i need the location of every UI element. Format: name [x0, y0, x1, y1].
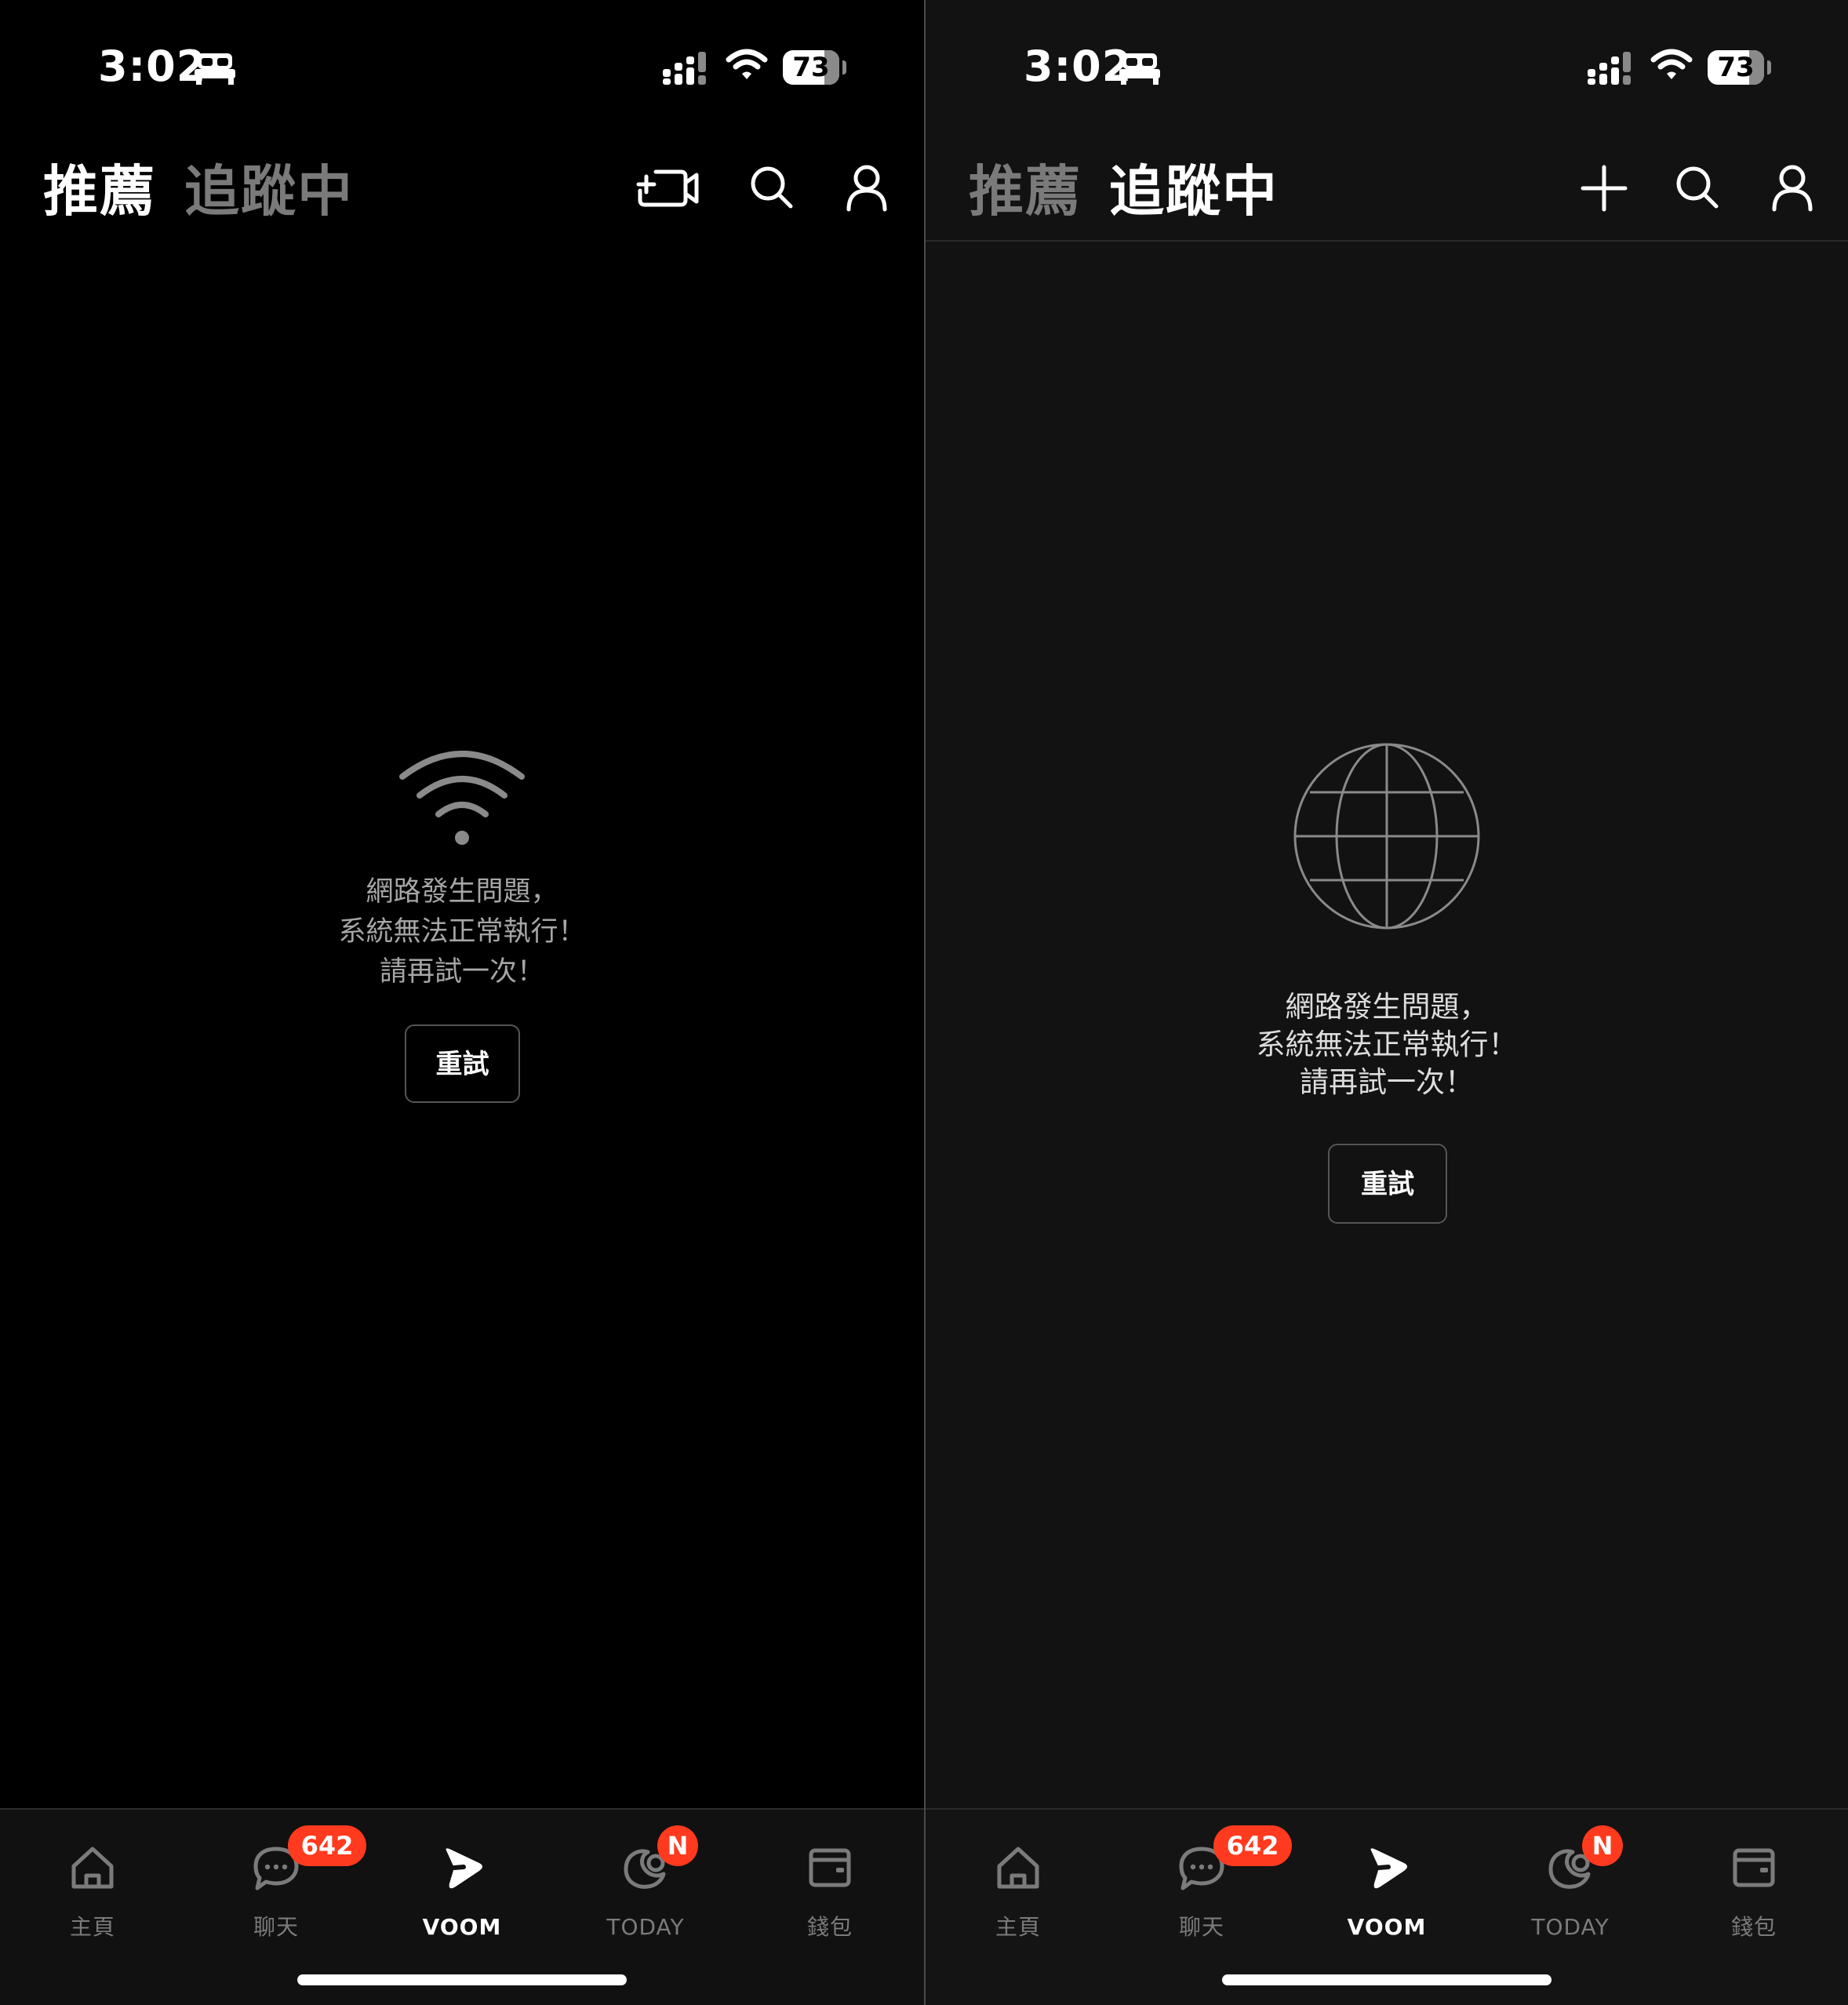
tab-wallet-label: 錢包 — [1730, 1914, 1777, 1940]
tab-chat[interactable]: 642 聊天 — [206, 1825, 366, 1943]
profile-icon[interactable] — [839, 161, 894, 216]
tab-following[interactable]: 追蹤中 — [184, 154, 354, 229]
wallet-icon — [809, 1848, 851, 1887]
error-message-line3: 請再試一次！ — [379, 956, 544, 988]
today-new-badge: N — [1582, 1825, 1623, 1866]
tab-wallet-label: 錢包 — [806, 1914, 853, 1940]
tab-home-label: 主頁 — [69, 1914, 115, 1940]
voom-icon — [1370, 1848, 1407, 1889]
wifi-error-icon — [399, 751, 525, 845]
voom-following-screen: 3:02 73 推薦 追蹤中 網路發生問題， 系統無法正常執行！ 請再試一次！ … — [926, 0, 1848, 2005]
create-video-icon[interactable] — [635, 161, 701, 216]
tab-recommended[interactable]: 推薦 — [969, 154, 1082, 229]
home-indicator — [297, 1974, 627, 1985]
sleep-focus-icon — [195, 53, 235, 85]
search-icon[interactable] — [1671, 161, 1726, 216]
voom-recommended-screen: 3:02 73 推薦 追蹤中 網路發生問題， 系統無法正常執行！ 請再試一次！ … — [0, 0, 924, 2005]
tab-wallet[interactable]: 錢包 — [1683, 1825, 1824, 1943]
battery-tip — [1767, 60, 1771, 75]
tab-voom[interactable]: VOOM — [1316, 1825, 1457, 1943]
today-new-badge: N — [657, 1825, 698, 1866]
tab-following[interactable]: 追蹤中 — [1109, 154, 1279, 229]
tab-today[interactable]: N TODAY — [575, 1825, 716, 1943]
error-message-line2: 系統無法正常執行！ — [1256, 1028, 1518, 1061]
battery-indicator: 73 — [1708, 50, 1764, 85]
tab-voom-label: VOOM — [1347, 1914, 1427, 1940]
tab-today[interactable]: N TODAY — [1500, 1825, 1641, 1943]
wallet-icon — [1733, 1848, 1775, 1887]
tab-voom[interactable]: VOOM — [391, 1825, 533, 1943]
status-time: 3:02 — [98, 42, 207, 91]
globe-error-icon — [1293, 743, 1480, 930]
error-message-line1: 網路發生問題， — [366, 876, 558, 908]
battery-indicator: 73 — [783, 50, 839, 85]
cellular-signal-icon — [1588, 52, 1631, 85]
chat-unread-badge: 642 — [288, 1825, 366, 1866]
search-icon[interactable] — [745, 161, 800, 216]
tab-chat-label: 聊天 — [1178, 1914, 1224, 1940]
home-icon — [71, 1847, 114, 1889]
tab-today-label: TODAY — [606, 1914, 685, 1940]
cellular-signal-icon — [663, 52, 706, 85]
sleep-focus-icon — [1119, 53, 1160, 85]
tab-recommended[interactable]: 推薦 — [43, 154, 156, 229]
home-indicator — [1222, 1974, 1552, 1985]
battery-tip — [842, 60, 846, 75]
bottom-tab-bar: 主頁 642 聊天 VOOM N TODAY 錢包 — [926, 1808, 1848, 2005]
voom-icon — [446, 1848, 482, 1889]
tab-chat-label: 聊天 — [253, 1914, 299, 1940]
error-message-line1: 網路發生問題， — [1285, 990, 1489, 1024]
bottom-tab-bar: 主頁 642 聊天 VOOM N TODAY 錢包 — [0, 1808, 924, 2005]
tab-wallet[interactable]: 錢包 — [759, 1825, 900, 1943]
tab-today-label: TODAY — [1531, 1914, 1610, 1940]
profile-icon[interactable] — [1765, 161, 1820, 216]
error-message-line2: 系統無法正常執行！ — [338, 916, 586, 948]
retry-button[interactable]: 重試 — [405, 1024, 520, 1103]
header-divider — [926, 240, 1848, 242]
tab-voom-label: VOOM — [422, 1914, 502, 1940]
tab-home[interactable]: 主頁 — [948, 1825, 1089, 1943]
add-icon[interactable] — [1577, 161, 1632, 216]
wifi-status-icon — [1650, 49, 1693, 79]
wifi-status-icon — [726, 49, 768, 79]
tab-home[interactable]: 主頁 — [22, 1825, 163, 1943]
tab-chat[interactable]: 642 聊天 — [1131, 1825, 1292, 1943]
home-icon — [997, 1847, 1039, 1889]
chat-unread-badge: 642 — [1213, 1825, 1292, 1866]
tab-home-label: 主頁 — [995, 1914, 1041, 1940]
error-message-line3: 請再試一次！ — [1300, 1065, 1474, 1099]
retry-button[interactable]: 重試 — [1328, 1144, 1447, 1224]
status-time: 3:02 — [1024, 42, 1133, 91]
